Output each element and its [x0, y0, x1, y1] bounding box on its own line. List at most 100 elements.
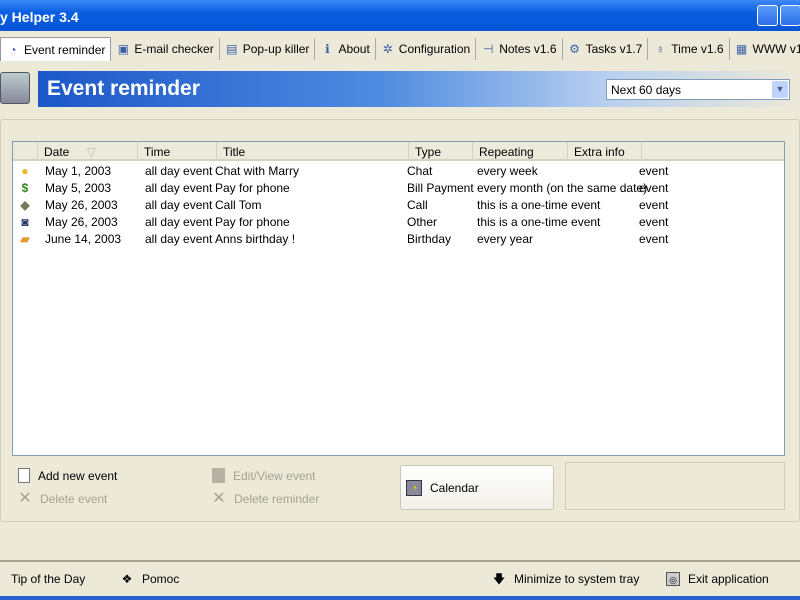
help-button[interactable]: ❖ Pomoc — [120, 572, 180, 586]
column-header-time[interactable]: Time — [138, 142, 217, 161]
tab-label: Tasks v1.7 — [585, 42, 643, 56]
cake-icon: ▰ — [20, 232, 30, 246]
tab-label: Pop-up killer — [242, 42, 310, 56]
column-label: Type — [415, 145, 442, 159]
column-header-title[interactable]: Title — [217, 142, 409, 161]
calendar-button[interactable]: ◔ Calendar — [400, 465, 554, 510]
maximize-button[interactable] — [780, 5, 800, 26]
minimize-button[interactable] — [757, 5, 778, 26]
cell-extra: event — [639, 215, 669, 229]
divider — [0, 560, 800, 562]
edit-event-label: Edit/View event — [233, 468, 316, 483]
table-row[interactable]: ● May 1, 2003 all day event Chat with Marry… — [13, 162, 784, 179]
table-row[interactable]: ◆ May 26, 2003 all day event Call Tom Call th… — [13, 196, 784, 213]
column-label: Date — [44, 145, 70, 159]
delete-icon: ✕ — [18, 490, 32, 507]
tab-time-v1-6[interactable]: ♁ Time v1.6 — [648, 38, 730, 60]
tab-label: Time v1.6 — [671, 42, 724, 56]
tab-label: About — [338, 42, 370, 56]
cell-repeating: every year — [477, 232, 534, 246]
arrow-down-icon: 🡇 — [492, 572, 506, 586]
column-label: Repeating — [479, 145, 534, 159]
tab-e-mail-checker[interactable]: ▣ E-mail checker — [111, 38, 220, 60]
add-event-label: Add new event — [38, 468, 118, 483]
power-icon: ◎ — [666, 572, 680, 586]
exit-label: Exit application — [688, 572, 769, 586]
tab-label: Event reminder — [24, 42, 106, 57]
help-label: Pomoc — [142, 572, 180, 586]
edit-event-button[interactable]: Edit/View event — [212, 468, 316, 483]
cell-title: Pay for phone — [215, 215, 290, 229]
range-select[interactable]: Next 60 days ▼ — [606, 79, 790, 100]
cell-time: all day event — [145, 198, 213, 212]
tab-pop-up-killer[interactable]: ▤ Pop-up killer — [220, 38, 316, 60]
delete-event-button[interactable]: ✕ Delete event — [18, 490, 107, 507]
window-title: y Helper 3.4 — [0, 9, 79, 25]
cell-extra: event — [639, 232, 669, 246]
chevron-down-icon[interactable]: ▼ — [772, 81, 788, 98]
column-header-repeating[interactable]: Repeating — [473, 142, 568, 161]
cell-time: all day event — [145, 232, 213, 246]
add-event-button[interactable]: Add new event — [18, 468, 117, 483]
exit-button[interactable]: ◎ Exit application — [666, 572, 769, 586]
tab-tasks-v1-7[interactable]: ⚙ Tasks v1.7 — [563, 38, 649, 60]
event-list[interactable]: Date ▽ Time Title Type Repeating Extra info ●… — [12, 141, 785, 456]
clock-icon: ◔ — [9, 42, 17, 57]
tab-about[interactable]: ℹ About — [315, 38, 376, 60]
minimize-to-tray-button[interactable]: 🡇 Minimize to system tray — [492, 572, 640, 586]
cell-extra: event — [639, 181, 669, 195]
delete-icon: ✕ — [212, 490, 226, 507]
table-row[interactable]: $ May 5, 2003 all day event Pay for phone Bi… — [13, 179, 784, 196]
cell-time: all day event — [145, 181, 213, 195]
gear-icon: ⚙ — [569, 42, 580, 56]
calendar-icon: ◔ — [406, 479, 422, 496]
chat-icon: ● — [21, 164, 29, 178]
cell-title: Anns birthday ! — [215, 232, 296, 246]
column-header-type[interactable]: Type — [409, 142, 473, 161]
cell-type: Call — [407, 198, 428, 212]
column-label: Time — [144, 145, 171, 159]
cell-repeating: every month (on the same date) — [477, 181, 648, 195]
cell-date: May 26, 2003 — [45, 215, 118, 229]
column-header-date[interactable]: Date ▽ — [38, 142, 138, 161]
tab-event-reminder[interactable]: ◔ Event reminder — [0, 37, 112, 61]
book-icon: ❖ — [121, 572, 133, 586]
cell-time: all day event — [145, 164, 213, 178]
table-row[interactable]: ▰ June 14, 2003 all day event Anns birthday… — [13, 230, 784, 247]
table-row[interactable]: ◙ May 26, 2003 all day event Pay for phone O… — [13, 213, 784, 230]
tip-of-the-day-button[interactable]: Tip of the Day — [11, 572, 85, 586]
delete-reminder-button[interactable]: ✕ Delete reminder — [212, 490, 320, 507]
edit-document-icon — [212, 468, 225, 483]
title-bar: y Helper 3.4 — [0, 0, 800, 31]
globe-icon: ♁ — [655, 42, 665, 56]
cell-extra: event — [639, 198, 669, 212]
calendar-clock-icon: ◙ — [21, 215, 29, 229]
cell-title: Call Tom — [215, 198, 262, 212]
calendar-label: Calendar — [430, 480, 479, 495]
delete-reminder-label: Delete reminder — [234, 492, 320, 506]
tab-label: E-mail checker — [134, 42, 214, 56]
phone-icon: ◆ — [20, 198, 30, 212]
info-box — [565, 462, 785, 510]
tab-notes-v1-6[interactable]: ⊣ Notes v1.6 — [476, 38, 563, 60]
cell-date: June 14, 2003 — [45, 232, 122, 246]
tab-configuration[interactable]: ✲ Configuration — [376, 38, 477, 60]
tab-www-v1-7[interactable]: ▦ WWW v1.7 — [730, 38, 800, 60]
column-header-extra-info[interactable]: Extra info — [568, 142, 642, 161]
column-label: Extra info — [574, 145, 625, 159]
column-label: Title — [223, 145, 246, 159]
cell-title: Pay for phone — [215, 181, 290, 195]
tab-bar: ◔ Event reminder ▣ E-mail checker ▤ Pop-up ki… — [0, 36, 800, 62]
minimize-label: Minimize to system tray — [514, 572, 640, 586]
cell-date: May 26, 2003 — [45, 198, 118, 212]
config-icon: ✲ — [382, 42, 393, 56]
taskbar-edge — [0, 596, 800, 600]
tab-label: WWW v1.7 — [752, 42, 800, 56]
cell-type: Bill Payment — [407, 181, 474, 195]
cell-type: Other — [407, 215, 438, 229]
info-icon: ℹ — [325, 42, 330, 56]
tab-label: Notes v1.6 — [499, 42, 557, 56]
list-header: Date ▽ Time Title Type Repeating Extra info — [13, 142, 784, 161]
document-icon — [18, 468, 30, 483]
cell-repeating: this is a one-time event — [477, 198, 601, 212]
